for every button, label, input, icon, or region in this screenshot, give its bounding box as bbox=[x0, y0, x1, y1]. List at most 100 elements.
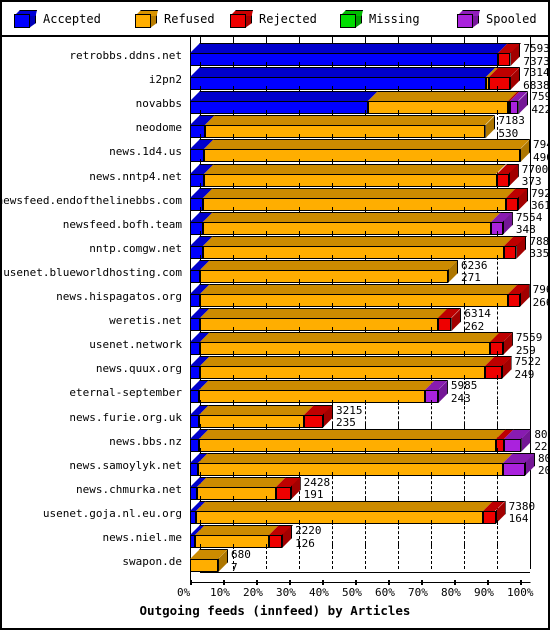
bar-segment-rejected bbox=[438, 318, 452, 332]
x-axis-tick bbox=[256, 580, 258, 586]
bar-value-offered: 203 bbox=[537, 464, 548, 478]
bar-value-total: 7700 bbox=[521, 162, 549, 176]
bar-segment-top-face bbox=[203, 187, 517, 198]
bar-segment-top-face bbox=[190, 91, 379, 102]
bar-segment-top-face bbox=[199, 332, 501, 343]
bar-segment-refused bbox=[200, 269, 449, 283]
bar-value-offered: 7 bbox=[231, 560, 238, 574]
bar-value-labels: 8002223 bbox=[534, 427, 548, 453]
bar-value-total: 6236 bbox=[461, 258, 488, 272]
bar-segment-top-face bbox=[204, 163, 507, 174]
bar-value-offered: 191 bbox=[303, 488, 324, 502]
bar-value-offered: 4225 bbox=[531, 102, 548, 116]
chart-bar-row: 7700 373 bbox=[2, 162, 549, 188]
bar-segment-top-face bbox=[368, 91, 519, 102]
bar-value-total: 8002 bbox=[534, 427, 548, 441]
bar-value-labels: 7314 6838 bbox=[523, 66, 550, 91]
axis-depth-connector bbox=[520, 572, 541, 584]
bar-segment-accepted bbox=[190, 101, 369, 115]
bar-segment-refused bbox=[199, 294, 508, 307]
x-axis-tick-label: 70% bbox=[408, 586, 428, 600]
chart-bar-row: 7923361 bbox=[2, 188, 548, 212]
bar-segment-refused bbox=[197, 462, 504, 476]
x-axis-tick-label: 40% bbox=[309, 586, 329, 600]
chart-bar-row: 8090203 bbox=[2, 453, 548, 477]
chart-bar-row: 2428 191 bbox=[2, 477, 548, 501]
x-axis-tick-label: 30% bbox=[276, 586, 296, 600]
legend-item-accepted: Accepted bbox=[14, 6, 101, 32]
bar-segment-accepted bbox=[190, 414, 199, 428]
bar-segment-refused bbox=[199, 318, 439, 332]
chart-bar-row: 7559 259 bbox=[2, 332, 548, 356]
bar-value-total: 7380 bbox=[508, 499, 536, 513]
bar-value-total: 5985 bbox=[450, 379, 478, 393]
bar-segment-accepted bbox=[190, 53, 498, 66]
x-axis-tick bbox=[520, 580, 522, 586]
bar-value-labels: 7923361 bbox=[531, 186, 550, 213]
bar-segment-rejected bbox=[485, 366, 502, 380]
bar-segment-accepted bbox=[190, 221, 204, 235]
x-axis-tick bbox=[190, 580, 192, 586]
bar-value-total: 2428 bbox=[303, 475, 331, 489]
bar-value-labels: 7960266 bbox=[532, 284, 548, 309]
bar-value-offered: 266 bbox=[532, 295, 548, 309]
legend-item-label: Spooled bbox=[486, 12, 537, 26]
chart-bar-row: 7522 249 bbox=[2, 356, 548, 380]
bar-segment-accepted bbox=[190, 197, 204, 211]
chart-bar-row: 5985 243 bbox=[2, 380, 548, 404]
bar-value-offered: 249 bbox=[514, 367, 535, 381]
bar-value-labels: 7183 530 bbox=[498, 115, 525, 139]
bar-segment-accepted bbox=[190, 77, 486, 91]
x-axis-tick-label: 50% bbox=[342, 586, 362, 600]
bar-value-offered: 490 bbox=[533, 150, 548, 164]
bar-segment-accepted bbox=[190, 125, 206, 139]
x-axis-tick-label: 90% bbox=[474, 586, 494, 600]
bar-segment-refused bbox=[198, 414, 304, 428]
bar-value-labels: 2428 191 bbox=[304, 477, 331, 501]
bar-value-offered: 164 bbox=[508, 512, 529, 526]
cube-icon bbox=[340, 10, 363, 28]
cube-icon bbox=[230, 10, 253, 28]
chart-bar-row: 7593 7373 bbox=[2, 43, 548, 67]
x-axis-tick bbox=[355, 580, 357, 586]
legend-item-rejected: Rejected bbox=[230, 6, 317, 32]
chart-bar-row: 2220 126 bbox=[2, 525, 548, 549]
bar-segment-refused bbox=[204, 149, 520, 163]
bar-value-offered: 235 bbox=[335, 416, 356, 429]
bar-value-total: 7593 bbox=[523, 42, 550, 55]
bar-value-labels: 7522 249 bbox=[515, 356, 542, 380]
legend-item-label: Refused bbox=[164, 12, 215, 26]
bar-segment-accepted bbox=[190, 366, 200, 380]
bar-value-labels: 6236 271 bbox=[461, 260, 488, 284]
bar-segment-refused bbox=[204, 173, 497, 187]
chart-bar-row: 6314 262 bbox=[2, 308, 548, 332]
bar-segment-top-face bbox=[197, 476, 286, 487]
x-axis-tick bbox=[223, 580, 225, 586]
bar-segment-spooled bbox=[503, 462, 525, 476]
bar-segment-top-face bbox=[199, 308, 449, 319]
bar-segment-refused bbox=[190, 559, 219, 573]
bar-value-offered: 271 bbox=[461, 271, 481, 285]
bar-segment-spooled bbox=[503, 438, 522, 452]
x-axis-tick bbox=[388, 580, 390, 586]
x-axis-tick bbox=[289, 580, 291, 586]
bar-segment-accepted bbox=[190, 149, 205, 163]
bar-value-offered: 361 bbox=[531, 199, 550, 213]
x-axis-tick-label: 0% bbox=[177, 586, 191, 600]
x-axis-tick-label: 20% bbox=[243, 586, 263, 600]
bar-value-total: 7522 bbox=[514, 355, 542, 369]
bar-value-total: 7559 bbox=[515, 331, 543, 345]
bar-value-labels: 7700 373 bbox=[521, 162, 549, 188]
bar-value-total: 2220 bbox=[295, 524, 322, 537]
bar-segment-accepted bbox=[190, 318, 200, 332]
bar-value-total: 7923 bbox=[531, 186, 548, 200]
bar-segment-top-face bbox=[190, 43, 508, 53]
chart-title: Outgoing feeds (innfeed) by Articles bbox=[139, 603, 411, 619]
bar-segment-rejected bbox=[506, 197, 519, 211]
bar-segment-refused bbox=[199, 342, 491, 356]
chart-bar-row: 7960266 bbox=[2, 284, 548, 308]
bar-value-total: 7314 bbox=[523, 66, 550, 80]
chart-bar-row: 7380 164 bbox=[2, 501, 548, 525]
bar-segment-spooled bbox=[510, 101, 519, 115]
bar-segment-rejected bbox=[303, 414, 323, 428]
